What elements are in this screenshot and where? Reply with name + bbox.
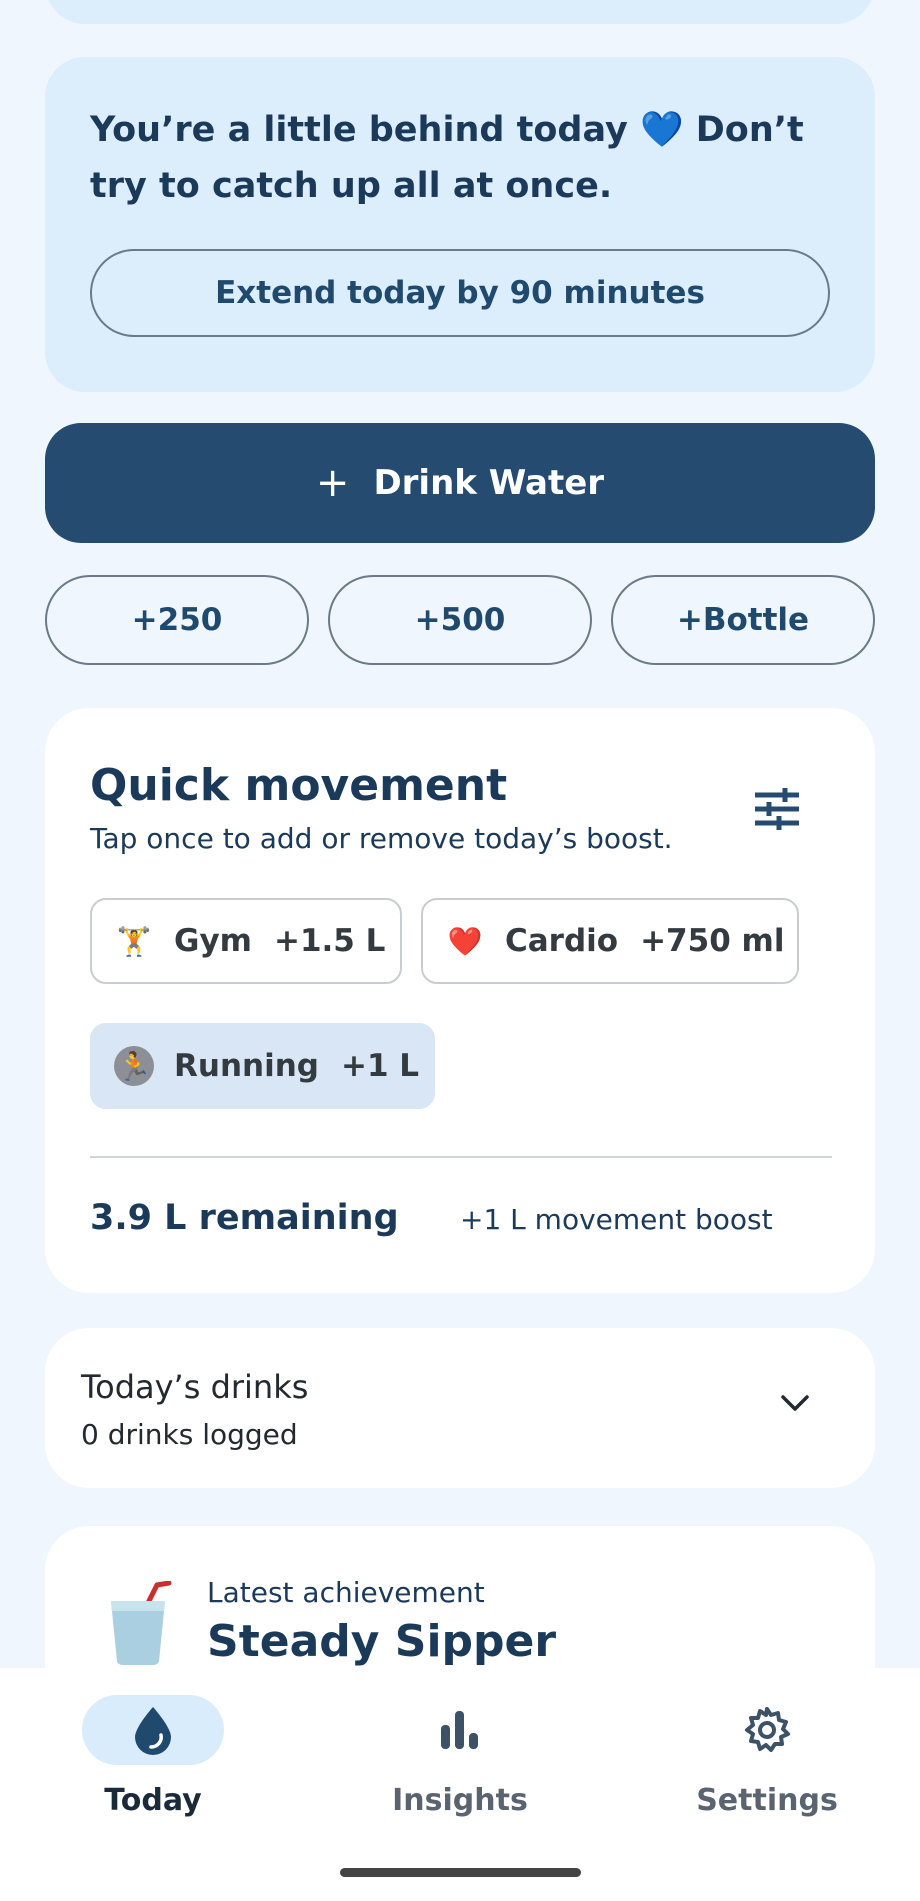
add-bottle-button[interactable]: +Bottle <box>611 575 875 665</box>
bottom-tab-bar: Today Insights Settings <box>0 1668 920 1901</box>
heart-icon: ❤️ <box>447 924 483 958</box>
drink-water-button[interactable]: + Drink Water <box>45 423 875 543</box>
tab-label: Settings <box>696 1783 838 1818</box>
tab-indicator <box>696 1695 838 1765</box>
chip-name: Cardio <box>505 923 619 959</box>
extend-day-button[interactable]: Extend today by 90 minutes <box>90 249 830 337</box>
chip-amount: +1 L <box>340 1048 420 1084</box>
drinks-count: 0 drinks logged <box>81 1418 298 1451</box>
chip-name: Running <box>174 1048 319 1084</box>
movement-chip-gym[interactable]: 🏋️ Gym +1.5 L <box>90 898 402 984</box>
remaining-amount: 3.9 L remaining <box>90 1198 399 1238</box>
movement-boost: +1 L movement boost <box>460 1203 773 1236</box>
tab-settings[interactable]: Settings <box>647 1695 887 1845</box>
achievement-label: Latest achievement <box>207 1576 485 1609</box>
divider <box>90 1156 832 1158</box>
todays-drinks-title: Today’s drinks <box>81 1368 309 1406</box>
quick-movement-card: Quick movement Tap once to add or remove… <box>45 708 875 1293</box>
tab-indicator <box>389 1695 531 1765</box>
gear-icon <box>745 1707 790 1752</box>
chip-amount: +1.5 L <box>273 923 386 959</box>
tab-insights[interactable]: Insights <box>340 1695 580 1845</box>
bar-chart-icon <box>441 1711 478 1749</box>
tune-icon[interactable] <box>755 788 799 830</box>
todays-drinks-card[interactable]: Today’s drinks 0 drinks logged <box>45 1328 875 1488</box>
movement-chip-running[interactable]: 🏃 Running +1 L <box>90 1023 435 1109</box>
add-500-button[interactable]: +500 <box>328 575 592 665</box>
nudge-message: You’re a little behind today 💙 Don’t try… <box>90 110 804 206</box>
tab-today[interactable]: Today <box>33 1695 273 1845</box>
home-indicator[interactable] <box>340 1868 581 1877</box>
tab-label: Insights <box>392 1783 528 1818</box>
quick-movement-subtitle: Tap once to add or remove today’s boost. <box>90 822 673 855</box>
weightlifter-icon: 🏋️ <box>116 924 152 958</box>
quick-movement-title: Quick movement <box>90 760 508 811</box>
tab-label: Today <box>104 1783 202 1818</box>
tab-indicator <box>82 1695 224 1765</box>
chip-amount: +750 ml <box>640 923 785 959</box>
behind-nudge-card: You’re a little behind today 💙 Don’t try… <box>45 57 875 392</box>
previous-card <box>45 0 875 24</box>
runner-icon: 🏃 <box>114 1046 154 1086</box>
chevron-down-icon[interactable] <box>780 1393 810 1413</box>
plus-icon: + <box>315 460 350 506</box>
drop-icon <box>135 1707 171 1755</box>
drink-water-label: Drink Water <box>373 463 605 503</box>
chip-name: Gym <box>174 923 252 959</box>
achievement-name: Steady Sipper <box>207 1616 557 1667</box>
movement-chip-cardio[interactable]: ❤️ Cardio +750 ml <box>421 898 799 984</box>
add-250-button[interactable]: +250 <box>45 575 309 665</box>
cup-with-straw-icon <box>111 1581 172 1665</box>
